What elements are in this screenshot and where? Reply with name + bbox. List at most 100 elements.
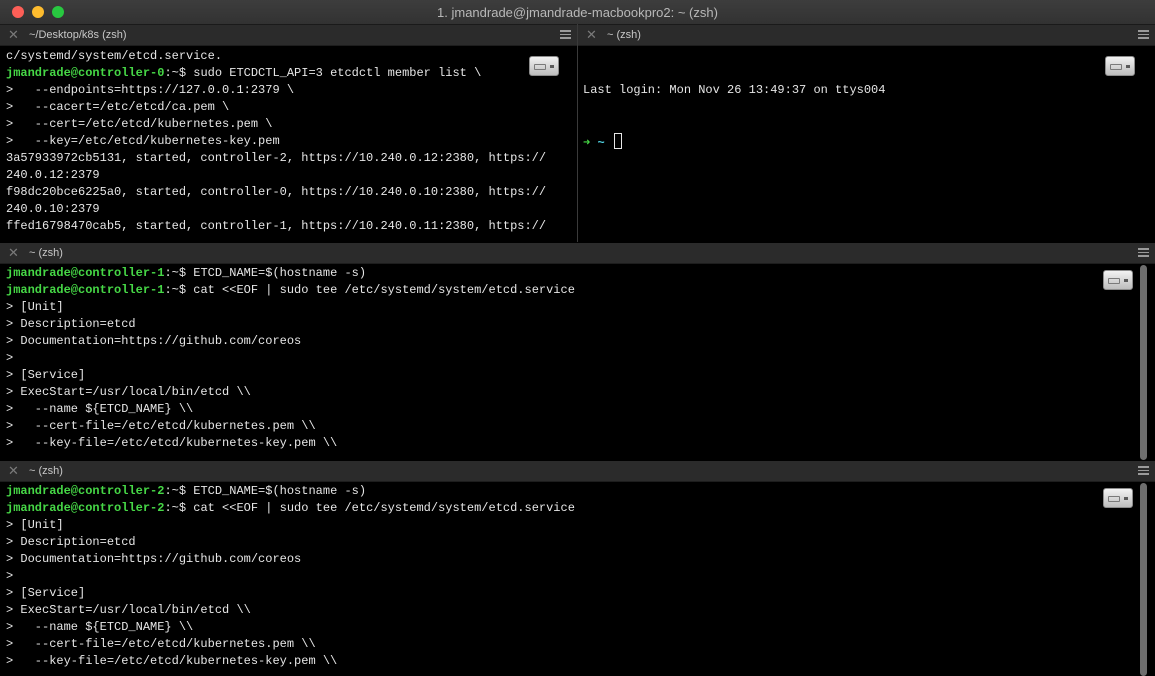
terminal-line: > --cert-file=/etc/etcd/kubernetes.pem \… <box>6 418 1125 435</box>
hamburger-menu-icon[interactable] <box>1138 466 1149 475</box>
terminal-text: > [Service] <box>6 368 86 382</box>
terminal-text: > --cacert=/etc/etcd/ca.pem \ <box>6 100 230 114</box>
terminal-line: 240.0.12:2379 <box>6 167 547 184</box>
pane-title: ~ (zsh) <box>607 29 641 41</box>
terminal-line: > ExecStart=/usr/local/bin/etcd \\ <box>6 384 1125 401</box>
terminal-text: 240.0.12:2379 <box>6 168 100 182</box>
hamburger-menu-icon[interactable] <box>1138 30 1149 39</box>
terminal-text: > [Service] <box>6 586 86 600</box>
hamburger-menu-icon[interactable] <box>1138 248 1149 257</box>
terminal-line: ffed16798470cab5, started, controller-1,… <box>6 218 547 235</box>
terminal-output[interactable]: jmandrade@controller-1:~$ ETCD_NAME=$(ho… <box>6 265 1125 460</box>
terminal-line: > <box>6 350 1125 367</box>
terminal-text: > Description=etcd <box>6 535 136 549</box>
terminal-line: > --key-file=/etc/etcd/kubernetes-key.pe… <box>6 653 1125 670</box>
hard-drive-icon <box>1103 488 1133 508</box>
terminal-window: 1. jmandrade@jmandrade-macbookpro2: ~ (z… <box>0 0 1155 676</box>
terminal-line: > [Service] <box>6 585 1125 602</box>
terminal-line: > --endpoints=https://127.0.0.1:2379 \ <box>6 82 547 99</box>
terminal-line: > --key-file=/etc/etcd/kubernetes-key.pe… <box>6 435 1125 452</box>
prompt-host: jmandrade@controller-2 <box>6 484 165 498</box>
terminal-line: > Documentation=https://github.com/coreo… <box>6 551 1125 568</box>
close-icon[interactable]: ✕ <box>8 27 19 43</box>
hard-drive-icon <box>529 56 559 76</box>
terminal-line: > --cacert=/etc/etcd/ca.pem \ <box>6 99 547 116</box>
pane-top-right[interactable]: ✕ ~ (zsh) Last login: Mon Nov 26 13:49:3… <box>578 25 1155 242</box>
terminal-output[interactable]: Last login: Mon Nov 26 13:49:37 on ttys0… <box>583 48 1125 242</box>
terminal-text: > [Unit] <box>6 518 64 532</box>
terminal-text: > Documentation=https://github.com/coreo… <box>6 552 302 566</box>
pane-tab-top-right[interactable]: ✕ ~ (zsh) <box>578 25 1155 46</box>
prompt-host: jmandrade@controller-1 <box>6 266 165 280</box>
terminal-line: > [Unit] <box>6 299 1125 316</box>
terminal-text: f98dc20bce6225a0, started, controller-0,… <box>6 185 547 199</box>
terminal-line: jmandrade@controller-2:~$ ETCD_NAME=$(ho… <box>6 483 1125 500</box>
terminal-line: > --name ${ETCD_NAME} \\ <box>6 401 1125 418</box>
terminal-text: 240.0.10:2379 <box>6 202 100 216</box>
terminal-line: 240.0.10:2379 <box>6 201 547 218</box>
terminal-text: > ExecStart=/usr/local/bin/etcd \\ <box>6 385 251 399</box>
pane-top-left[interactable]: ✕ ~/Desktop/k8s (zsh) c/systemd/system/e… <box>0 25 577 242</box>
terminal-text: > --cert-file=/etc/etcd/kubernetes.pem \… <box>6 637 316 651</box>
terminal-line: > [Service] <box>6 367 1125 384</box>
terminal-text: > --cert-file=/etc/etcd/kubernetes.pem \… <box>6 419 316 433</box>
terminal-text: > <box>6 569 14 583</box>
terminal-text: > --name ${ETCD_NAME} \\ <box>6 620 194 634</box>
terminal-line: > Description=etcd <box>6 316 1125 333</box>
terminal-text: > --name ${ETCD_NAME} \\ <box>6 402 194 416</box>
terminal-text: > --key-file=/etc/etcd/kubernetes-key.pe… <box>6 654 338 668</box>
terminal-output[interactable]: c/systemd/system/etcd.service. jmandrade@… <box>6 48 547 242</box>
terminal-text: ffed16798470cab5, started, controller-1,… <box>6 219 547 233</box>
last-login-line: Last login: Mon Nov 26 13:49:37 on ttys0… <box>583 83 886 97</box>
pane-tab-top-left[interactable]: ✕ ~/Desktop/k8s (zsh) <box>0 25 577 46</box>
scrollbar-thumb[interactable] <box>1140 265 1147 460</box>
terminal-line: jmandrade@controller-0:~$ sudo ETCDCTL_A… <box>6 65 547 82</box>
pane-title: ~ (zsh) <box>29 247 63 259</box>
terminal-line: > <box>6 568 1125 585</box>
terminal-output[interactable]: jmandrade@controller-2:~$ ETCD_NAME=$(ho… <box>6 483 1125 676</box>
terminal-text: :~$ cat <<EOF | sudo tee /etc/systemd/sy… <box>164 501 575 515</box>
terminal-line: > --cert-file=/etc/etcd/kubernetes.pem \… <box>6 636 1125 653</box>
close-icon[interactable]: ✕ <box>8 245 19 261</box>
prompt-host: jmandrade@controller-0 <box>6 66 165 80</box>
terminal-text: > --key=/etc/etcd/kubernetes-key.pem <box>6 134 280 148</box>
pane-title: ~/Desktop/k8s (zsh) <box>29 29 127 41</box>
pane-tab-bottom[interactable]: ✕ ~ (zsh) <box>0 461 1155 482</box>
terminal-text: > [Unit] <box>6 300 64 314</box>
terminal-text: > <box>6 351 14 365</box>
terminal-line: 3a57933972cb5131, started, controller-2,… <box>6 150 547 167</box>
text-cursor <box>613 133 622 149</box>
terminal-text: :~$ ETCD_NAME=$(hostname -s) <box>164 266 367 280</box>
terminal-text: 3a57933972cb5131, started, controller-2,… <box>6 151 547 165</box>
terminal-line: jmandrade@controller-2:~$ cat <<EOF | su… <box>6 500 1125 517</box>
title-bar[interactable]: 1. jmandrade@jmandrade-macbookpro2: ~ (z… <box>0 0 1155 25</box>
terminal-text: > --endpoints=https://127.0.0.1:2379 \ <box>6 83 295 97</box>
terminal-text: c/systemd/system/etcd.service. <box>6 49 223 63</box>
terminal-line: f98dc20bce6225a0, started, controller-0,… <box>6 184 547 201</box>
window-title: 1. jmandrade@jmandrade-macbookpro2: ~ (z… <box>437 5 718 20</box>
scrollbar-thumb[interactable] <box>1140 483 1147 676</box>
terminal-text: > Description=etcd <box>6 317 136 331</box>
terminal-text: :~$ cat <<EOF | sudo tee /etc/systemd/sy… <box>164 283 575 297</box>
terminal-text: :~$ sudo ETCDCTL_API=3 etcdctl member li… <box>164 66 482 80</box>
terminal-line: > [Unit] <box>6 517 1125 534</box>
terminal-text: > --key-file=/etc/etcd/kubernetes-key.pe… <box>6 436 338 450</box>
terminal-line: > Documentation=https://github.com/coreo… <box>6 333 1125 350</box>
prompt-host: jmandrade@controller-2 <box>6 501 165 515</box>
terminal-line: > --cert=/etc/etcd/kubernetes.pem \ <box>6 116 547 133</box>
prompt-line: ➜ ~ <box>583 133 1125 150</box>
close-icon[interactable]: ✕ <box>586 27 597 43</box>
terminal-line: > ExecStart=/usr/local/bin/etcd \\ <box>6 602 1125 619</box>
hard-drive-icon <box>1103 270 1133 290</box>
terminal-line: > --key=/etc/etcd/kubernetes-key.pem <box>6 133 547 150</box>
pane-tab-middle[interactable]: ✕ ~ (zsh) <box>0 243 1155 264</box>
pane-title: ~ (zsh) <box>29 465 63 477</box>
hard-drive-icon <box>1105 56 1135 76</box>
prompt-host: jmandrade@controller-1 <box>6 283 165 297</box>
terminal-text: > Documentation=https://github.com/coreo… <box>6 334 302 348</box>
terminal-line: c/systemd/system/etcd.service. <box>6 48 547 65</box>
pane-bottom[interactable]: ✕ ~ (zsh) jmandrade@controller-2:~$ ETCD… <box>0 461 1155 676</box>
pane-middle[interactable]: ✕ ~ (zsh) jmandrade@controller-1:~$ ETCD… <box>0 243 1155 460</box>
close-icon[interactable]: ✕ <box>8 463 19 479</box>
hamburger-menu-icon[interactable] <box>560 30 571 39</box>
